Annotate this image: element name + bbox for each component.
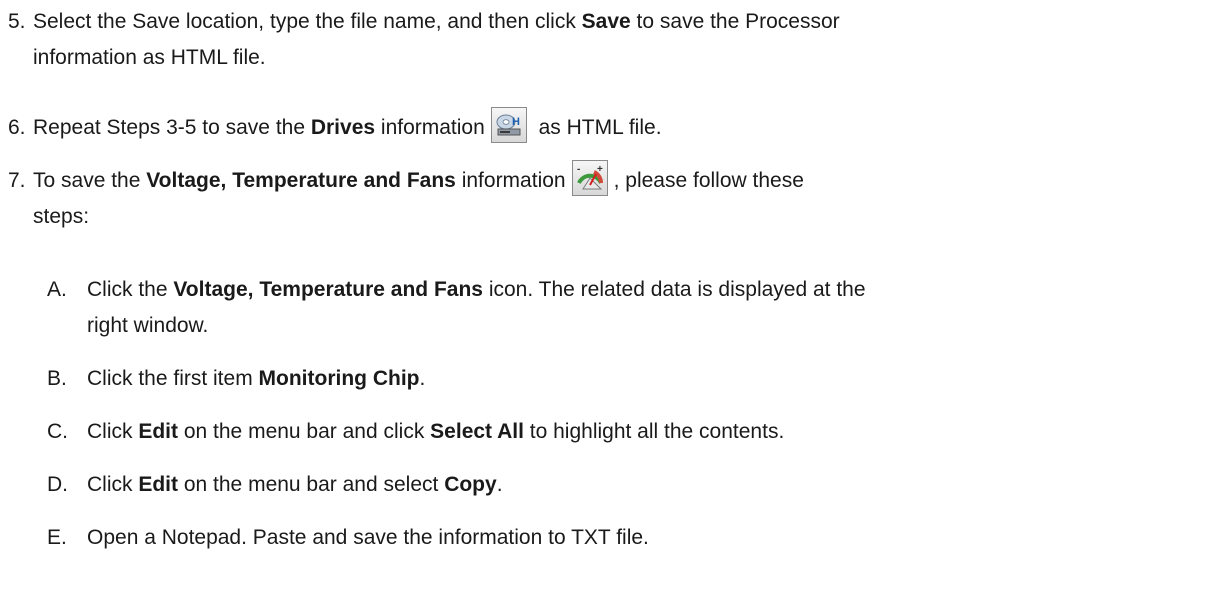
step-text: Select the Save location, type the file … bbox=[33, 10, 840, 33]
svg-text:+: + bbox=[597, 164, 603, 175]
substep-letter: B. bbox=[47, 367, 67, 390]
svg-text:H: H bbox=[512, 116, 520, 128]
drives-icon: H bbox=[490, 107, 527, 144]
step-text: Repeat Steps 3-5 to save the Drives info… bbox=[33, 107, 662, 144]
drives-keyword: Drives bbox=[310, 116, 376, 139]
step-number: 6. bbox=[8, 116, 26, 139]
step-6: 6. Repeat Steps 3-5 to save the Drives in… bbox=[8, 107, 1198, 146]
step-text-continued: information as HTML file. bbox=[33, 46, 266, 69]
monitoring-chip-keyword: Monitoring Chip bbox=[258, 367, 420, 390]
substep-letter: C. bbox=[47, 420, 68, 443]
step-text-continued: steps: bbox=[33, 205, 90, 228]
instruction-document: 5. Select the Save location, type the fil… bbox=[0, 0, 1212, 594]
step-number: 5. bbox=[8, 10, 26, 33]
step-7: 7. To save the Voltage, Temperature and F… bbox=[8, 160, 1198, 235]
substep-a: A. Click the Voltage, Temperature and Fan… bbox=[47, 272, 1197, 344]
substep-letter: D. bbox=[47, 473, 68, 496]
substep-text-continued: right window. bbox=[87, 314, 209, 337]
svg-text:-: - bbox=[577, 164, 580, 175]
substep-letter: A. bbox=[47, 278, 67, 301]
step-number: 7. bbox=[8, 169, 26, 192]
substep-b: B. Click the first item Monitoring Chip. bbox=[47, 361, 1197, 397]
step-text: To save the Voltage, Temperature and Fan… bbox=[33, 160, 804, 197]
substep-letter: E. bbox=[47, 526, 67, 549]
substep-d: D. Click Edit on the menu bar and select … bbox=[47, 467, 1197, 503]
voltage-keyword: Voltage, Temperature and Fans bbox=[146, 169, 456, 192]
voltage-gauge-icon: - + bbox=[571, 160, 608, 197]
substep-c: C. Click Edit on the menu bar and click S… bbox=[47, 414, 1197, 450]
step-5: 5. Select the Save location, type the fil… bbox=[8, 4, 1198, 76]
save-keyword: Save bbox=[581, 10, 631, 33]
substep-e: E. Open a Notepad. Paste and save the inf… bbox=[47, 520, 1197, 556]
